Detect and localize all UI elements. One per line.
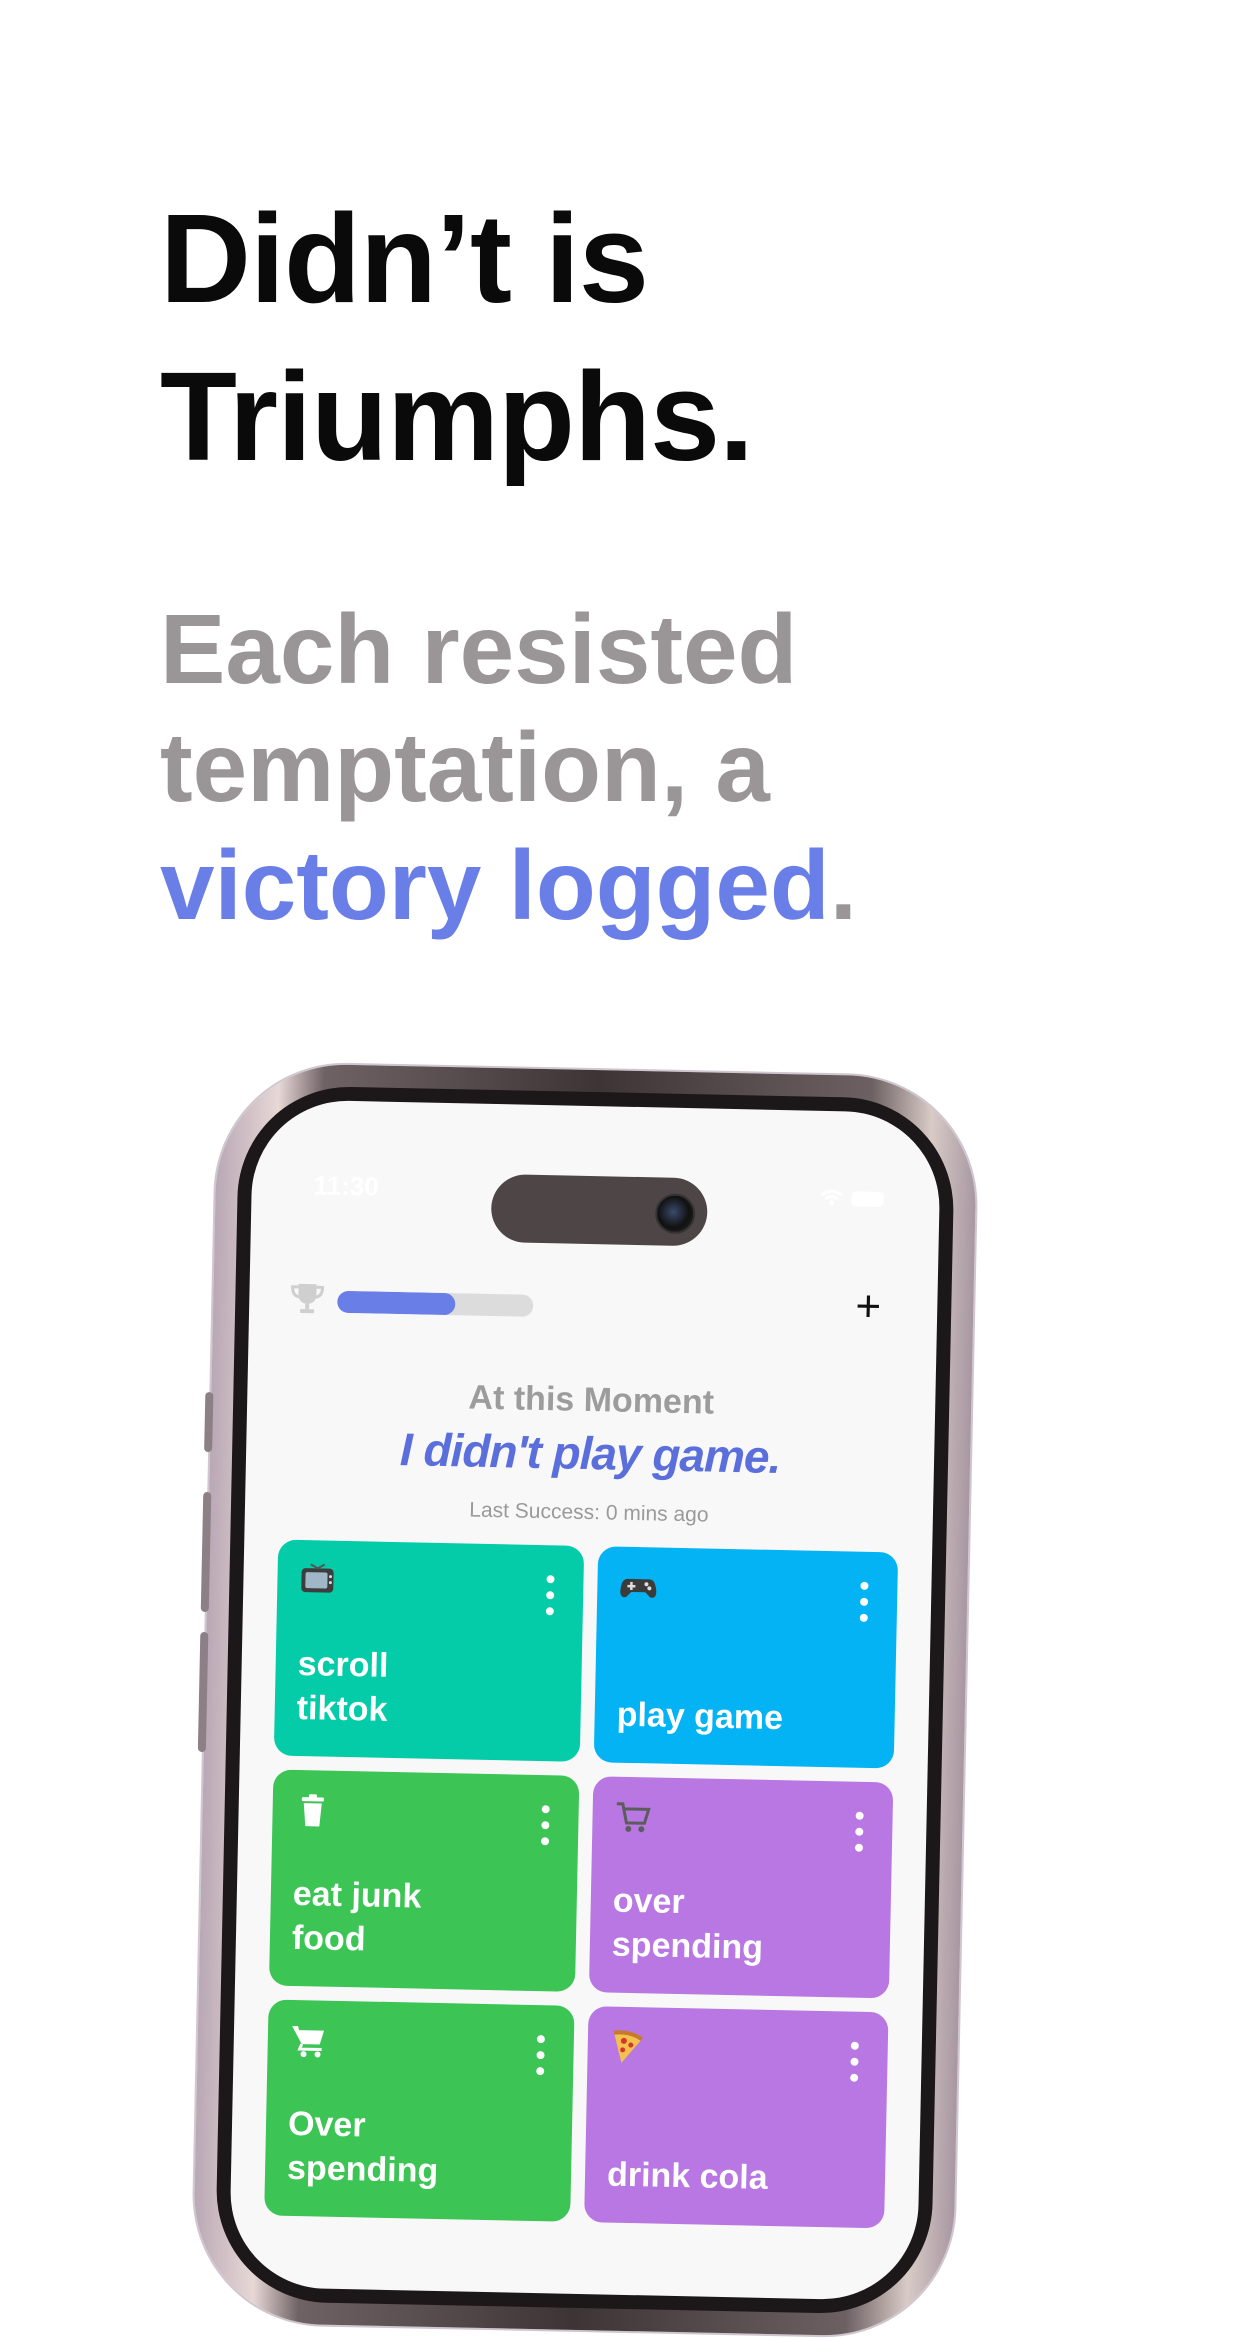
headline-line-2: Triumphs. bbox=[160, 346, 754, 487]
card-menu-button[interactable] bbox=[859, 1581, 870, 1622]
headline-line-1: Didn’t is bbox=[160, 188, 649, 329]
phone-volume-down-button bbox=[197, 1631, 209, 1753]
subheadline: Each resisted temptation, a victory logg… bbox=[160, 590, 857, 944]
status-time: 11:30 bbox=[313, 1170, 380, 1202]
dynamic-island bbox=[490, 1173, 708, 1247]
habit-card[interactable]: drink cola bbox=[584, 2006, 889, 2229]
card-menu-button[interactable] bbox=[545, 1575, 556, 1616]
subheadline-line-1: Each resisted bbox=[160, 594, 798, 704]
habit-card-label: eat junk food bbox=[291, 1874, 422, 1959]
habit-card[interactable]: play game bbox=[593, 1546, 899, 1769]
trash-icon bbox=[294, 1792, 333, 1831]
phone-volume-up-button bbox=[200, 1491, 212, 1613]
habit-card[interactable]: eat junk food bbox=[268, 1769, 580, 1992]
daily-progress-bar bbox=[337, 1290, 534, 1317]
trophy-icon[interactable] bbox=[289, 1280, 326, 1317]
status-icons bbox=[817, 1187, 888, 1217]
habit-card-label: play game bbox=[616, 1695, 784, 1738]
card-menu-button[interactable] bbox=[854, 1811, 865, 1852]
game-controller-icon bbox=[619, 1569, 658, 1608]
habit-card-label: over spending bbox=[611, 1881, 764, 1967]
shopping-cart-icon bbox=[289, 2022, 328, 2061]
camera-icon bbox=[654, 1193, 696, 1235]
moment-label: At this Moment bbox=[468, 1378, 715, 1422]
habit-grid: scroll tiktok play game eat junk food ov… bbox=[264, 1539, 900, 2229]
card-menu-button[interactable] bbox=[535, 2035, 546, 2076]
moment-title: I didn't play game. bbox=[399, 1423, 781, 1484]
tv-icon bbox=[299, 1562, 338, 1601]
last-success: Last Success: 0 mins ago bbox=[469, 1498, 709, 1527]
add-habit-button[interactable]: + bbox=[843, 1281, 894, 1332]
habit-card[interactable]: over spending bbox=[588, 1776, 894, 1999]
wifi-battery-icon bbox=[820, 1189, 884, 1208]
progress-fill bbox=[337, 1290, 456, 1316]
pizza-icon bbox=[609, 2029, 648, 2068]
phone-action-button bbox=[204, 1391, 214, 1453]
habit-card-label: scroll tiktok bbox=[296, 1644, 389, 1729]
phone-mockup: 11:30 + At this Moment I didn't play gam… bbox=[191, 1062, 979, 2338]
subheadline-accent: victory logged bbox=[160, 830, 830, 940]
habit-card[interactable]: Over spending bbox=[264, 1999, 575, 2222]
card-menu-button[interactable] bbox=[849, 2041, 860, 2082]
card-menu-button[interactable] bbox=[540, 1805, 551, 1846]
habit-card-label: drink cola bbox=[606, 2155, 769, 2197]
shopping-cart-icon bbox=[614, 1799, 653, 1838]
subheadline-line-2: temptation, a bbox=[160, 712, 770, 822]
habit-card-label: Over spending bbox=[286, 2104, 439, 2191]
subheadline-period: . bbox=[829, 830, 858, 940]
habit-card[interactable]: scroll tiktok bbox=[273, 1539, 585, 1762]
app-screen: 11:30 + At this Moment I didn't play gam… bbox=[228, 1098, 942, 2302]
subheadline-line-3: victory logged. bbox=[160, 826, 857, 944]
headline: Didn’t is Triumphs. bbox=[160, 180, 754, 496]
